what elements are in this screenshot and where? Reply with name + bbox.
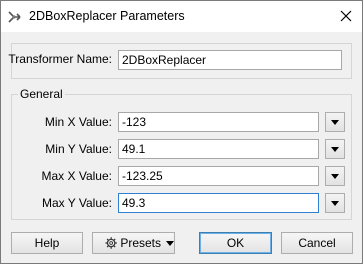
min-y-dropdown-button[interactable] <box>325 139 345 159</box>
transformer-name-label: Transformer Name: <box>8 52 112 66</box>
dropdown-arrow-icon <box>331 146 339 152</box>
min-y-field[interactable]: 49.1 <box>118 139 319 159</box>
min-x-label: Min X Value: <box>44 115 112 129</box>
min-x-dropdown-button[interactable] <box>325 112 345 132</box>
max-x-field[interactable]: -123.25 <box>118 166 319 186</box>
dropdown-arrow-icon <box>331 173 339 179</box>
window-title: 2DBoxReplacer Parameters <box>29 9 185 23</box>
ok-button-label: OK <box>226 236 245 250</box>
cancel-button-label: Cancel <box>298 236 336 250</box>
dialog-window: 2DBoxReplacer Parameters Transformer Nam… <box>0 0 363 264</box>
close-icon <box>340 10 352 22</box>
max-x-label: Max X Value: <box>41 169 112 183</box>
chevron-down-icon <box>166 240 174 246</box>
transformer-app-icon <box>8 11 21 23</box>
ok-button[interactable]: OK <box>199 232 272 254</box>
gear-icon <box>105 237 117 249</box>
dropdown-arrow-icon <box>331 119 339 125</box>
max-x-dropdown-button[interactable] <box>325 166 345 186</box>
help-button-label: Help <box>34 236 60 250</box>
cancel-button[interactable]: Cancel <box>281 232 353 254</box>
max-y-dropdown-button[interactable] <box>325 193 345 213</box>
presets-button-label: Presets <box>120 236 161 250</box>
max-y-field[interactable]: 49.3 <box>118 193 319 213</box>
help-button[interactable]: Help <box>11 232 83 254</box>
close-button[interactable] <box>334 5 358 27</box>
min-y-label: Min Y Value: <box>45 142 112 156</box>
presets-button[interactable]: Presets <box>92 232 175 254</box>
max-y-label: Max Y Value: <box>41 196 112 210</box>
title-bar: 2DBoxReplacer Parameters <box>1 1 362 32</box>
min-x-field[interactable]: -123 <box>118 112 319 132</box>
general-legend: General <box>18 87 65 101</box>
dropdown-arrow-icon <box>331 200 339 206</box>
transformer-name-field[interactable]: 2DBoxReplacer <box>118 50 342 70</box>
